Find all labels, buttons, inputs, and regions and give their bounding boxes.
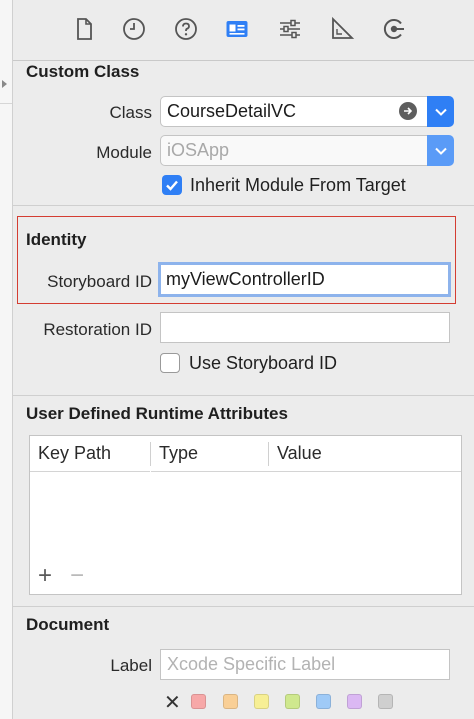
document-label-field[interactable]: Xcode Specific Label <box>160 649 450 680</box>
left-gutter <box>0 0 13 719</box>
file-inspector-icon[interactable] <box>71 16 97 42</box>
identity-title: Identity <box>26 230 87 249</box>
quick-help-icon[interactable] <box>173 16 199 42</box>
go-to-class-icon[interactable] <box>399 102 417 120</box>
color-swatch[interactable] <box>254 694 269 709</box>
color-swatch[interactable] <box>378 694 393 709</box>
document-title: Document <box>26 615 110 634</box>
remove-attribute-button[interactable]: − <box>70 564 84 588</box>
connections-inspector-icon[interactable] <box>381 16 407 42</box>
column-value[interactable]: Value <box>269 436 461 472</box>
gutter-arrow-icon <box>2 80 7 88</box>
identity-inspector-icon[interactable] <box>224 16 250 42</box>
gutter-line <box>0 103 12 104</box>
inherit-module-checkbox[interactable] <box>162 175 182 195</box>
use-storyboard-id-checkbox[interactable] <box>160 353 180 373</box>
history-inspector-icon[interactable] <box>121 16 147 42</box>
inspector-toolbar <box>13 0 474 61</box>
column-type[interactable]: Type <box>151 436 269 472</box>
section-divider <box>13 395 474 396</box>
color-swatch[interactable] <box>347 694 362 709</box>
module-field[interactable]: iOSApp <box>160 135 428 166</box>
clear-color-icon[interactable]: ✕ <box>164 690 181 715</box>
attributes-inspector-icon[interactable] <box>277 16 303 42</box>
color-swatch[interactable] <box>316 694 331 709</box>
storyboard-id-label: Storyboard ID <box>47 272 152 291</box>
storyboard-id-field[interactable]: myViewControllerID <box>158 262 451 297</box>
class-field[interactable]: CourseDetailVC <box>160 96 428 127</box>
runtime-attributes-table[interactable]: Key Path Type Value + − <box>29 435 462 595</box>
class-dropdown-button[interactable] <box>427 96 454 127</box>
color-swatch[interactable] <box>223 694 238 709</box>
add-attribute-button[interactable]: + <box>38 564 52 588</box>
inherit-module-label: Inherit Module From Target <box>190 175 406 195</box>
restoration-id-label: Restoration ID <box>43 320 152 339</box>
identity-inspector-panel: Custom Class Class CourseDetailVC Module… <box>13 0 474 719</box>
custom-class-title: Custom Class <box>26 62 140 81</box>
section-divider <box>13 606 474 607</box>
section-divider <box>13 205 474 206</box>
column-key-path[interactable]: Key Path <box>30 436 150 472</box>
module-label: Module <box>96 143 152 162</box>
module-dropdown-button[interactable] <box>427 135 454 166</box>
document-label-label: Label <box>110 656 152 675</box>
use-storyboard-id-label: Use Storyboard ID <box>189 353 338 373</box>
runtime-attributes-title: User Defined Runtime Attributes <box>26 404 288 423</box>
color-swatch[interactable] <box>285 694 300 709</box>
class-label: Class <box>109 103 152 122</box>
size-inspector-icon[interactable] <box>329 16 355 42</box>
restoration-id-field[interactable] <box>160 312 450 343</box>
color-swatch[interactable] <box>191 694 206 709</box>
